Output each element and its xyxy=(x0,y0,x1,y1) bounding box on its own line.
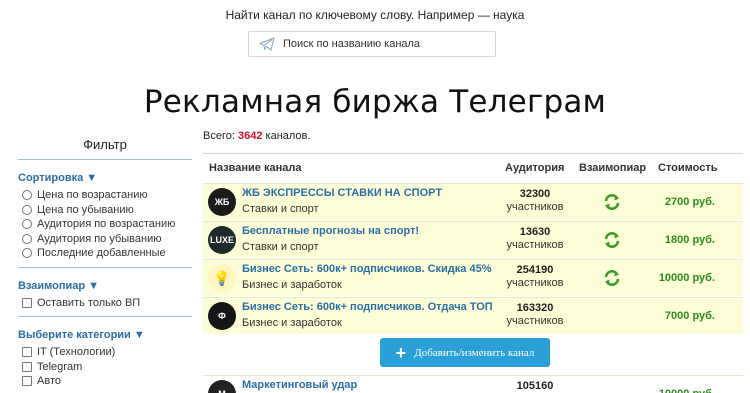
channel-price: 10000 руб. xyxy=(651,388,715,393)
channel-count: 3642 xyxy=(237,130,263,142)
checkbox[interactable] xyxy=(22,361,32,372)
channel-avatar[interactable]: 💡 xyxy=(208,264,236,292)
radio-button[interactable] xyxy=(22,219,32,230)
radio-button[interactable] xyxy=(22,248,32,259)
channel-avatar[interactable]: LUXE xyxy=(208,226,236,254)
sort-section: Сортировка ▼ Цена по возрастанию Цена по… xyxy=(18,172,192,261)
page-title: Рекламная биржа Телеграм xyxy=(143,84,607,120)
channel-audience: 254190 участников xyxy=(506,264,564,289)
channel-price: 7000 руб. xyxy=(664,310,715,322)
categories-section: Выберите категории ▼ IT (Технологии) Tel… xyxy=(18,329,192,389)
divider xyxy=(18,267,192,268)
mutual-section: Взаимопиар ▼ Оставить только ВП xyxy=(18,280,192,311)
search-box[interactable] xyxy=(248,31,496,57)
table-row[interactable]: ЖБ ЖБ ЭКСПРЕССЫ СТАВКИ НА СПОРТ Ставки и с… xyxy=(203,183,743,220)
channel-price: 2700 руб. xyxy=(664,196,715,208)
channel-category: Ставки и спорт xyxy=(242,203,319,215)
telegram-plane-icon xyxy=(255,32,279,56)
channel-audience: 105160 xyxy=(516,380,554,392)
table-header: Название канала Аудитория Взаимопиар Сто… xyxy=(203,156,743,181)
checkbox[interactable] xyxy=(22,347,32,358)
column-header-price: Стоимость xyxy=(658,162,718,174)
category-auto[interactable]: Авто xyxy=(22,374,192,389)
table-row[interactable]: 💡 Бизнес Сеть: 600к+ подписчиков. Скидка … xyxy=(203,259,743,296)
channel-name-link[interactable]: ЖБ ЭКСПРЕССЫ СТАВКИ НА СПОРТ xyxy=(242,187,442,199)
divider xyxy=(18,316,192,317)
channel-price: 1800 руб. xyxy=(664,234,715,246)
column-header-mutual: Взаимопиар xyxy=(579,162,647,174)
refresh-icon xyxy=(602,192,622,212)
radio-button[interactable] xyxy=(22,190,32,201)
table-row[interactable]: Ф Бизнес Сеть: 600к+ подписчиков. Отдача … xyxy=(203,297,743,334)
sort-option-price-asc[interactable]: Цена по возрастанию xyxy=(22,188,192,203)
table-row[interactable]: LUXE Бесплатные прогнозы на спорт! Ставки … xyxy=(203,221,743,258)
categories-heading[interactable]: Выберите категории ▼ xyxy=(18,329,192,341)
sort-heading[interactable]: Сортировка ▼ xyxy=(18,172,192,184)
channel-avatar[interactable]: ЖБ xyxy=(208,188,236,216)
channel-category: Бизнес и заработок xyxy=(242,279,342,291)
mutual-heading[interactable]: Взаимопиар ▼ xyxy=(18,280,192,292)
channel-category: Бизнес и заработок xyxy=(242,317,342,329)
channel-name-link[interactable]: Бизнес Сеть: 600к+ подписчиков. Отдача Т… xyxy=(242,301,493,313)
checkbox[interactable] xyxy=(22,298,32,309)
filter-title: Фильтр xyxy=(18,137,192,160)
table-row[interactable]: M Маркетинговый удар 105160 10000 руб. xyxy=(203,375,743,393)
sort-option-recent[interactable]: Последние добавленные xyxy=(22,246,192,261)
add-channel-button[interactable]: + Добавить/изменить канал xyxy=(380,338,550,367)
column-header-name: Название канала xyxy=(209,162,302,174)
channel-audience: 13630 участников xyxy=(506,226,564,251)
column-header-audience: Аудитория xyxy=(505,162,565,174)
plus-icon: + xyxy=(395,342,407,363)
radio-button[interactable] xyxy=(22,204,32,215)
category-it[interactable]: IT (Технологии) xyxy=(22,345,192,360)
category-telegram[interactable]: Telegram xyxy=(22,360,192,375)
sort-option-price-desc[interactable]: Цена по убыванию xyxy=(22,203,192,218)
channel-name-link[interactable]: Маркетинговый удар xyxy=(242,379,357,391)
refresh-icon xyxy=(602,230,622,250)
radio-button[interactable] xyxy=(22,233,32,244)
sort-option-audience-desc[interactable]: Аудитория по убыванию xyxy=(22,232,192,247)
sort-option-audience-asc[interactable]: Аудитория по возрастанию xyxy=(22,217,192,232)
channel-category: Ставки и спорт xyxy=(242,241,319,253)
search-input[interactable] xyxy=(283,38,483,50)
channel-avatar[interactable]: Ф xyxy=(208,302,236,330)
channel-avatar[interactable]: M xyxy=(208,380,236,393)
divider xyxy=(203,153,743,154)
channel-name-link[interactable]: Бизнес Сеть: 600к+ подписчиков. Скидка 4… xyxy=(242,263,491,275)
channel-audience: 32300 участников xyxy=(506,188,564,213)
search-hint: Найти канал по ключевому слову. Например… xyxy=(225,8,525,22)
mutual-only-checkbox[interactable]: Оставить только ВП xyxy=(22,296,192,311)
channel-price: 10000 руб. xyxy=(658,272,715,284)
checkbox[interactable] xyxy=(22,376,32,387)
refresh-icon xyxy=(602,268,622,288)
channel-name-link[interactable]: Бесплатные прогнозы на спорт! xyxy=(242,225,419,237)
channel-audience: 163320 участников xyxy=(506,302,564,327)
total-count: Всего: 3642 каналов. xyxy=(203,130,311,142)
